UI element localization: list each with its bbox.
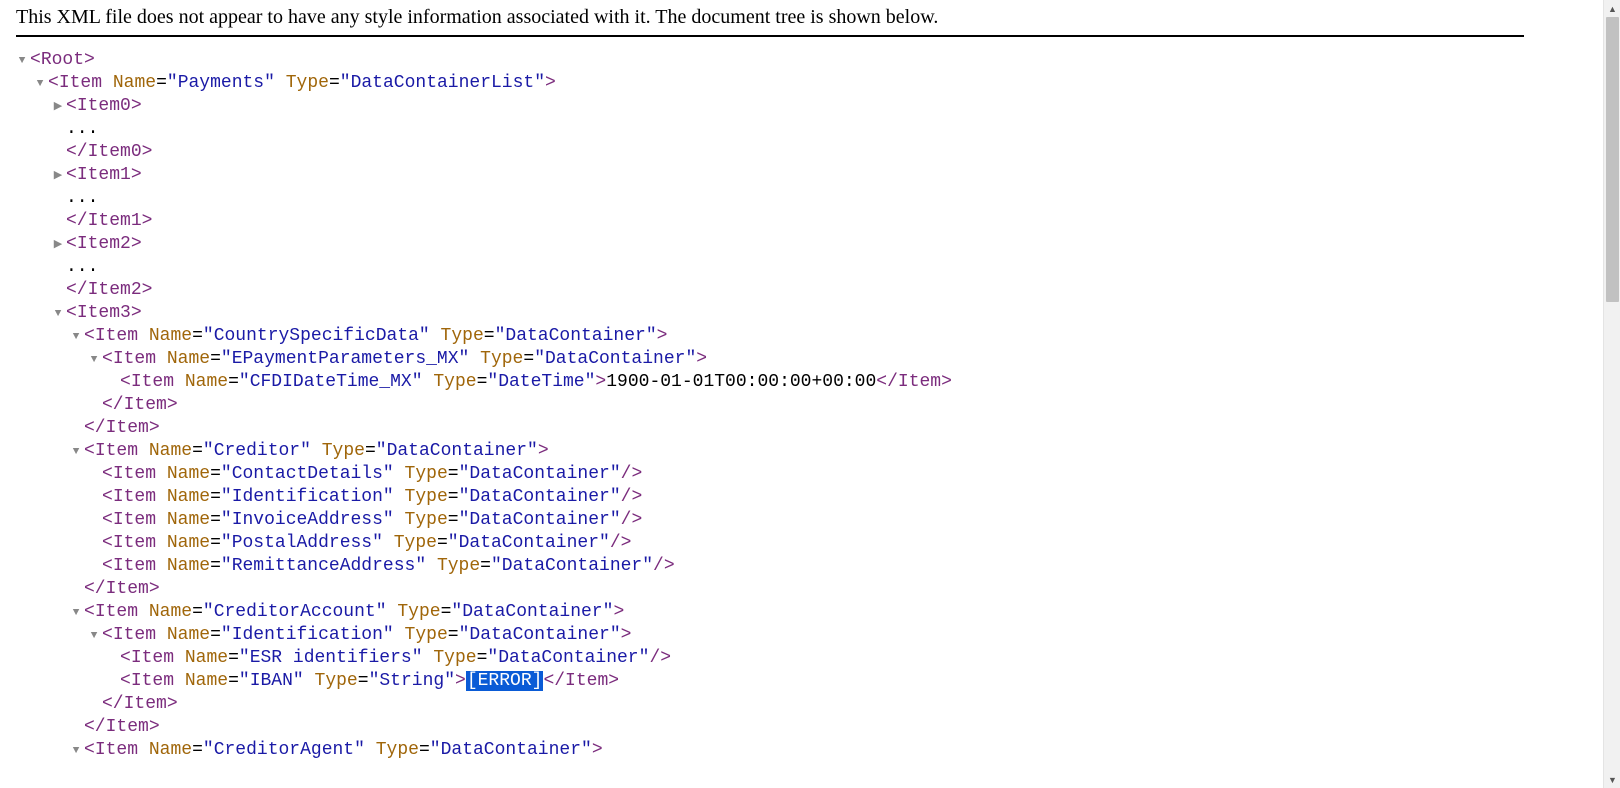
creditoragent-open-row[interactable]: ▼<Item Name="CreditorAgent" Type="DataCo… [16, 739, 1524, 762]
toggle-item0[interactable]: ▶ [52, 96, 64, 118]
attr-cc3-name: PostalAddress [232, 533, 372, 553]
epaymentparams-open-row[interactable]: ▼<Item Name="EPaymentParameters_MX" Type… [16, 348, 1524, 371]
item1-open-row[interactable]: ▶<Item1> [16, 164, 1524, 187]
header-divider [16, 35, 1524, 37]
attr-creditor-name: Creditor [214, 441, 300, 461]
tag-epay: Item [113, 349, 156, 369]
attr-credacct-name: CreditorAccount [214, 602, 376, 622]
attr-ident-name: Identification [232, 625, 383, 645]
creditor-postaladdress-row[interactable]: ·<Item Name="PostalAddress" Type="DataCo… [16, 532, 1524, 555]
creditor-remittanceaddress-row[interactable]: ·<Item Name="RemittanceAddress" Type="Da… [16, 555, 1524, 578]
cfdi-value: 1900-01-01T00:00:00+00:00 [606, 372, 876, 392]
toggle-root[interactable]: ▼ [16, 50, 28, 72]
iban-row[interactable]: ·<Item Name="IBAN" Type="String">[ERROR]… [16, 670, 1524, 693]
scroll-up-button[interactable]: ▲ [1604, 0, 1620, 17]
creditor-contactdetails-row[interactable]: ·<Item Name="ContactDetails" Type="DataC… [16, 463, 1524, 486]
attr-credagent-name: CreditorAgent [214, 740, 354, 760]
attr-csd-type: DataContainer [505, 326, 645, 346]
attr-credacct-type: DataContainer [462, 602, 602, 622]
creditor-invoiceaddress-row[interactable]: ·<Item Name="InvoiceAddress" Type="DataC… [16, 509, 1524, 532]
attr-cc4-name: RemittanceAddress [232, 556, 416, 576]
attr-epay-type: DataContainer [545, 349, 685, 369]
tag-item3: Item3 [77, 303, 131, 323]
scroll-thumb[interactable] [1606, 17, 1619, 302]
attr-cc1-name: Identification [232, 487, 383, 507]
item3-open-row[interactable]: ▼<Item3> [16, 302, 1524, 325]
attr-cfdi-name: CFDIDateTime_MX [250, 372, 412, 392]
attr-ident-type: DataContainer [469, 625, 609, 645]
tag-ident: Item [113, 625, 156, 645]
tag-iban: Item [131, 671, 174, 691]
attr-credagent-type: DataContainer [441, 740, 581, 760]
tag-item: Item [59, 73, 102, 93]
attr-cfdi-type: DateTime [498, 372, 584, 392]
vertical-scrollbar[interactable]: ▲ ▼ [1603, 0, 1620, 788]
xml-viewer-content: This XML file does not appear to have an… [0, 0, 1540, 788]
attr-cc1-type: DataContainer [469, 487, 609, 507]
tag-root: Root [41, 50, 84, 70]
tag-csd: Item [95, 326, 138, 346]
attr-payments-name: Payments [178, 73, 264, 93]
creditoraccount-open-row[interactable]: ▼<Item Name="CreditorAccount" Type="Data… [16, 601, 1524, 624]
payments-open-row[interactable]: ▼<Item Name="Payments" Type="DataContain… [16, 72, 1524, 95]
attr-payments-type: DataContainerList [351, 73, 535, 93]
attr-cc4-type: DataContainer [502, 556, 642, 576]
attr-esr-type: DataContainer [498, 648, 638, 668]
toggle-creditor[interactable]: ▼ [70, 441, 82, 463]
attr-esr-name: ESR identifiers [250, 648, 412, 668]
attr-cc2-type: DataContainer [469, 510, 609, 530]
attr-cc3-type: DataContainer [459, 533, 599, 553]
attr-cc2-name: InvoiceAddress [232, 510, 383, 530]
creditoraccount-close-row: ·</Item> [16, 716, 1524, 739]
attr-creditor-type: DataContainer [387, 441, 527, 461]
attr-csd-name: CountrySpecificData [214, 326, 419, 346]
item2-ellipsis: ·... [16, 256, 1524, 279]
toggle-payments[interactable]: ▼ [34, 73, 46, 95]
tag-item2: Item2 [77, 234, 131, 254]
item1-close-row: ·</Item1> [16, 210, 1524, 233]
tag-credacct: Item [95, 602, 138, 622]
toggle-epay[interactable]: ▼ [88, 349, 100, 371]
item0-open-row[interactable]: ▶<Item0> [16, 95, 1524, 118]
root-open-row[interactable]: ▼<Root> [16, 49, 1524, 72]
toggle-csd[interactable]: ▼ [70, 326, 82, 348]
attr-cc0-name: ContactDetails [232, 464, 383, 484]
attr-iban-type: String [379, 671, 444, 691]
countryspecificdata-open-row[interactable]: ▼<Item Name="CountrySpecificData" Type="… [16, 325, 1524, 348]
creditor-open-row[interactable]: ▼<Item Name="Creditor" Type="DataContain… [16, 440, 1524, 463]
item0-close-row: ·</Item0> [16, 141, 1524, 164]
scroll-down-button[interactable]: ▼ [1604, 771, 1620, 788]
toggle-creditoraccount[interactable]: ▼ [70, 602, 82, 624]
item0-ellipsis: ·... [16, 118, 1524, 141]
cfdidatetime-row[interactable]: ·<Item Name="CFDIDateTime_MX" Type="Date… [16, 371, 1524, 394]
creditor-close-row: ·</Item> [16, 578, 1524, 601]
epay-close-row: ·</Item> [16, 394, 1524, 417]
csd-close-row: ·</Item> [16, 417, 1524, 440]
toggle-item2[interactable]: ▶ [52, 234, 64, 256]
attr-cc0-type: DataContainer [469, 464, 609, 484]
xml-tree: ▼<Root> ▼<Item Name="Payments" Type="Dat… [16, 49, 1524, 762]
tag-credagent: Item [95, 740, 138, 760]
iban-error-value[interactable]: [ERROR] [466, 671, 544, 691]
attr-epay-name: EPaymentParameters_MX [232, 349, 459, 369]
toggle-item1[interactable]: ▶ [52, 165, 64, 187]
tag-creditor: Item [95, 441, 138, 461]
tag-item0: Item0 [77, 96, 131, 116]
xml-no-style-message: This XML file does not appear to have an… [16, 6, 1524, 29]
item1-ellipsis: ·... [16, 187, 1524, 210]
toggle-identification[interactable]: ▼ [88, 625, 100, 647]
tag-item1: Item1 [77, 165, 131, 185]
identification-open-row[interactable]: ▼<Item Name="Identification" Type="DataC… [16, 624, 1524, 647]
item2-open-row[interactable]: ▶<Item2> [16, 233, 1524, 256]
item2-close-row: ·</Item2> [16, 279, 1524, 302]
toggle-creditoragent[interactable]: ▼ [70, 740, 82, 762]
tag-cfdi: Item [131, 372, 174, 392]
identification-close-row: ·</Item> [16, 693, 1524, 716]
esr-identifiers-row[interactable]: ·<Item Name="ESR identifiers" Type="Data… [16, 647, 1524, 670]
creditor-identification-row[interactable]: ·<Item Name="Identification" Type="DataC… [16, 486, 1524, 509]
toggle-item3[interactable]: ▼ [52, 303, 64, 325]
attr-iban-name: IBAN [250, 671, 293, 691]
tag-esr: Item [131, 648, 174, 668]
